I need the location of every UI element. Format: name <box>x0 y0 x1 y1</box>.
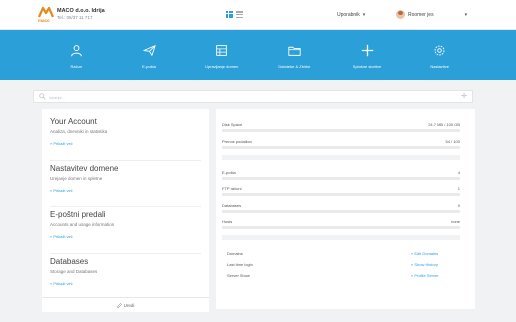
card-account: Your Account Analiza, dnevniki in statis… <box>42 117 209 159</box>
card-more-link[interactable]: » Prikaži več <box>50 281 73 286</box>
stat-label: FTP računi <box>222 185 242 191</box>
nav-item-domains[interactable]: Upravljanje domen <box>185 44 258 80</box>
stat-label: Databases <box>222 202 242 208</box>
search-input[interactable]: Iskanje... <box>49 95 65 100</box>
info-link[interactable]: » Edit Domains <box>411 251 438 256</box>
card-databases: Databases Storage and Databases » Prikaž… <box>42 253 209 297</box>
stat-disk-space: Disk Space 24.7 MB / 100 GB <box>222 121 460 132</box>
stat-progress-bar <box>222 129 460 132</box>
role-dropdown-label: Uporabnik <box>337 11 360 18</box>
nav-item-settings[interactable]: Nastavitve <box>403 44 476 80</box>
card-more-link[interactable]: » Prikaži več <box>50 234 73 239</box>
view-toggle <box>226 11 243 18</box>
nav-label: Upravljanje domen <box>205 64 239 69</box>
stat-label: Hosts <box>222 218 233 224</box>
nav-item-email[interactable]: E-pošta <box>113 44 186 80</box>
account-info-list: Domains » Edit Domains Last time login »… <box>222 245 462 290</box>
card-title: Nastavitev domene <box>50 164 119 173</box>
top-header: maco MACO d.o.o. Idrija Tel.: 05/37 11 7… <box>0 0 516 30</box>
divider <box>222 235 460 240</box>
stat-value: 0 <box>457 202 460 208</box>
stat-value: none <box>451 218 460 224</box>
stat-databases: Databases 0 <box>222 202 460 213</box>
folder-icon <box>288 46 301 56</box>
stat-hosts: Hosts none <box>222 218 460 229</box>
stat-label: E-pošta <box>222 169 236 175</box>
settings-icon <box>434 45 445 56</box>
card-more-link[interactable]: » Prikaži več <box>50 188 73 193</box>
card-title: E-poštni predali <box>50 210 106 219</box>
stat-progress-bar <box>222 146 460 149</box>
avatar <box>396 10 405 19</box>
nav-label: Datoteke & Zbirke <box>278 64 311 69</box>
search-bar[interactable]: Iskanje... ✛ <box>33 90 473 103</box>
stat-progress-bar <box>222 177 460 180</box>
nav-item-services[interactable]: Splošne storitve <box>331 44 404 80</box>
info-label: Server Show <box>227 273 250 278</box>
card-title: Databases <box>50 257 89 266</box>
card-subtitle: Storage and Databases <box>50 269 98 274</box>
expand-icon[interactable]: ✛ <box>461 92 467 101</box>
nav-item-files[interactable]: Datoteke & Zbirke <box>258 44 331 80</box>
info-label: Last time login <box>227 262 253 267</box>
stat-value: 24.7 MB / 100 GB <box>428 121 460 127</box>
logo-wordmark: maco <box>38 18 50 23</box>
info-link[interactable]: » Show History <box>411 262 438 267</box>
card-mailboxes: E-poštni predali Accounts and usage info… <box>42 206 209 252</box>
list-view-icon[interactable] <box>236 11 243 18</box>
grid-view-icon[interactable] <box>226 11 233 18</box>
chevron-down-icon: ▾ <box>362 11 366 18</box>
stat-ftp: FTP računi 1 <box>222 185 460 196</box>
stat-progress-bar <box>222 226 460 229</box>
company-name: MACO d.o.o. Idrija <box>57 8 105 14</box>
user-name: Roomer jes <box>408 11 434 18</box>
stat-progress-bar <box>222 193 460 196</box>
info-label: Domains <box>227 251 243 256</box>
role-dropdown[interactable]: Uporabnik ▾ <box>337 10 365 19</box>
main-nav: Račun E-pošta Upravljanje domen Datoteke… <box>40 44 476 80</box>
stat-value: 1 <box>457 185 460 191</box>
card-more-link[interactable]: » Prikaži več <box>50 141 73 146</box>
nav-label: Nastavitve <box>430 64 450 69</box>
nav-item-account[interactable]: Račun <box>40 44 113 80</box>
stat-value: 54 / 100 <box>445 138 460 144</box>
stat-label: Prenos podatkov <box>222 138 253 144</box>
divider <box>222 155 460 160</box>
domain-grid-icon <box>216 45 227 56</box>
usage-panel: Disk Space 24.7 MB / 100 GB Prenos podatk… <box>216 109 475 309</box>
stat-value: 4 <box>457 169 460 175</box>
stat-progress-bar <box>222 210 460 213</box>
card-title: Your Account <box>50 117 97 126</box>
card-subtitle: Urejanje domen in spletne <box>50 176 103 181</box>
stat-data-transfer: Prenos podatkov 54 / 100 <box>222 138 460 149</box>
search-icon <box>39 93 46 100</box>
stat-label: Disk Space <box>222 121 243 127</box>
pencil-icon <box>116 302 122 308</box>
quick-links-panel: Your Account Analiza, dnevniki in statis… <box>42 109 209 297</box>
nav-label: E-pošta <box>142 64 156 69</box>
nav-label: Račun <box>70 64 83 69</box>
plus-icon <box>361 44 373 57</box>
nav-label: Splošne storitve <box>352 64 382 69</box>
user-menu[interactable]: Roomer jes ▾ <box>396 10 467 19</box>
paper-plane-icon <box>142 45 156 56</box>
card-subtitle: Analiza, dnevniki in statistika <box>50 129 108 134</box>
company-phone: Tel.: 05/37 11 717 <box>57 15 93 20</box>
edit-button-label: Uredi <box>123 302 135 308</box>
edit-button[interactable]: Uredi <box>42 297 209 312</box>
card-domain-settings: Nastavitev domene Urejanje domen in sple… <box>42 160 209 206</box>
chevron-down-icon: ▾ <box>464 11 468 18</box>
user-icon <box>70 45 82 57</box>
card-subtitle: Accounts and usage information <box>50 222 115 227</box>
info-link[interactable]: » Profile Server <box>411 273 439 278</box>
stat-email: E-pošta 4 <box>222 169 460 180</box>
